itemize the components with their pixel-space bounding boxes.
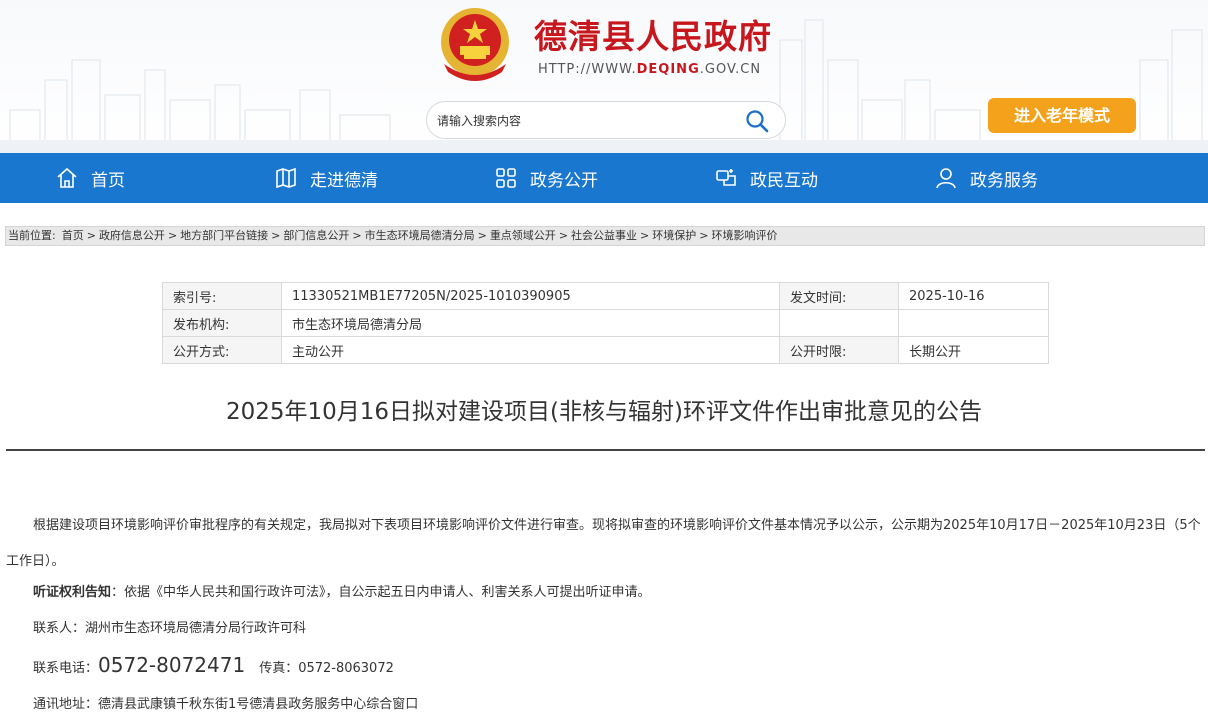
breadcrumb-item[interactable]: 首页 (62, 229, 84, 242)
breadcrumb-item[interactable]: 重点领域公开 (490, 229, 556, 242)
breadcrumb: 当前位置: 首页 > 政府信息公开 > 地方部门平台链接 > 部门信息公开 > 市生态环境局德清分… (5, 226, 1205, 246)
mailing-address: 通讯地址：德清县武康镇千秋东街1号德清县政务服务中心综合窗口 (33, 697, 419, 712)
breadcrumb-item[interactable]: 政府信息公开 (99, 229, 165, 242)
empty-cell (779, 309, 899, 337)
breadcrumb-item[interactable]: 环境保护 (652, 229, 696, 242)
nav-item-interaction[interactable]: 政民互动 (714, 153, 818, 203)
article-body: 根据建设项目环境影响评价审批程序的有关规定，我局拟对下表项目环境影响评价文件进行… (6, 508, 1202, 714)
mode-label: 公开方式: (162, 336, 282, 364)
site-url: HTTP://WWW.DEQING.GOV.CN (538, 62, 762, 77)
site-title: 德清县人民政府 (534, 17, 772, 56)
search-input[interactable] (437, 111, 727, 131)
nav-label: 政务服务 (970, 170, 1038, 191)
org-label: 发布机构: (162, 309, 282, 337)
period-value: 长期公开 (898, 336, 1049, 364)
fax-value: 传真：0572-8063072 (259, 661, 394, 676)
breadcrumb-separator: > (352, 229, 362, 242)
contact-phone-line: 联系电话：0572-8072471 传真：0572-8063072 (6, 652, 1202, 682)
breadcrumb-separator: > (86, 229, 96, 242)
index-label: 索引号: (162, 282, 282, 310)
period-label: 公开时限: (779, 336, 899, 364)
mode-value: 主动公开 (281, 336, 780, 364)
nav-label: 走进德清 (310, 170, 378, 191)
table-row: 公开方式: 主动公开 公开时限: 长期公开 (162, 336, 1049, 364)
breadcrumb-separator: > (699, 229, 709, 242)
date-label: 发文时间: (779, 282, 899, 310)
hearing-text: ：依据《中华人民共和国行政许可法》，自公示起五日内申请人、利害关系人可提出听证申… (111, 585, 651, 600)
nav-item-services[interactable]: 政务服务 (934, 153, 1038, 203)
title-divider (6, 449, 1205, 451)
intro-paragraph: 根据建设项目环境影响评价审批程序的有关规定，我局拟对下表项目环境影响评价文件进行… (6, 518, 1201, 569)
article-title: 2025年10月16日拟对建设项目(非核与辐射)环评文件作出审批意见的公告 (225, 399, 982, 425)
nav-item-home[interactable]: 首页 (55, 153, 125, 203)
map-icon (276, 167, 296, 189)
date-value: 2025-10-16 (898, 282, 1049, 310)
search-icon[interactable] (744, 108, 770, 134)
hearing-paragraph: 听证权利告知：依据《中华人民共和国行政许可法》，自公示起五日内申请人、利害关系人… (6, 584, 1202, 602)
interact-icon (716, 169, 736, 186)
breadcrumb-item[interactable]: 社会公益事业 (571, 229, 637, 242)
breadcrumb-separator: > (271, 229, 281, 242)
table-row: 发布机构: 市生态环境局德清分局 (162, 309, 1049, 337)
index-value: 11330521MB1E77205N/2025-1010390905 (281, 282, 780, 310)
home-icon (57, 167, 77, 188)
phone-label: 联系电话： (33, 661, 99, 676)
phone-value: 0572-8072471 (98, 653, 246, 677)
breadcrumb-separator: > (558, 229, 569, 242)
main-nav: 首页 走进德清 政务公开 政民互动 政务服务 (0, 153, 1208, 203)
breadcrumb-item[interactable]: 市生态环境局德清分局 (365, 229, 475, 242)
breadcrumb-item[interactable]: 环境影响评价 (711, 229, 777, 242)
hearing-label: 听证权利告知 (33, 585, 112, 600)
grid-icon (496, 168, 516, 188)
breadcrumb-separator: > (640, 229, 650, 242)
site-header: 德清县人民政府 HTTP://WWW.DEQING.GOV.CN 进入老年模式 (0, 0, 1208, 153)
nav-item-open-gov[interactable]: 政务公开 (494, 153, 598, 203)
breadcrumb-item[interactable]: 部门信息公开 (283, 229, 349, 242)
org-value: 市生态环境局德清分局 (281, 309, 780, 337)
empty-cell (898, 309, 1049, 337)
breadcrumb-lead: 当前位置: (8, 229, 56, 242)
user-icon (936, 168, 956, 189)
breadcrumb-item[interactable]: 地方部门平台链接 (180, 229, 268, 242)
breadcrumb-separator: > (167, 229, 178, 242)
contact-person: 联系人：湖州市生态环境局德清分局行政许可科 (33, 621, 307, 636)
table-row: 索引号: 11330521MB1E77205N/2025-1010390905 … (162, 282, 1049, 310)
elder-mode-button[interactable]: 进入老年模式 (988, 98, 1136, 133)
document-info-table: 索引号: 11330521MB1E77205N/2025-1010390905 … (162, 282, 1049, 364)
search-box (426, 101, 786, 139)
nav-label: 政民互动 (750, 170, 818, 191)
breadcrumb-separator: > (477, 229, 487, 242)
nav-label: 政务公开 (530, 170, 598, 191)
nav-item-about[interactable]: 走进德清 (274, 153, 378, 203)
national-emblem-logo (441, 8, 509, 81)
nav-label: 首页 (91, 170, 125, 191)
